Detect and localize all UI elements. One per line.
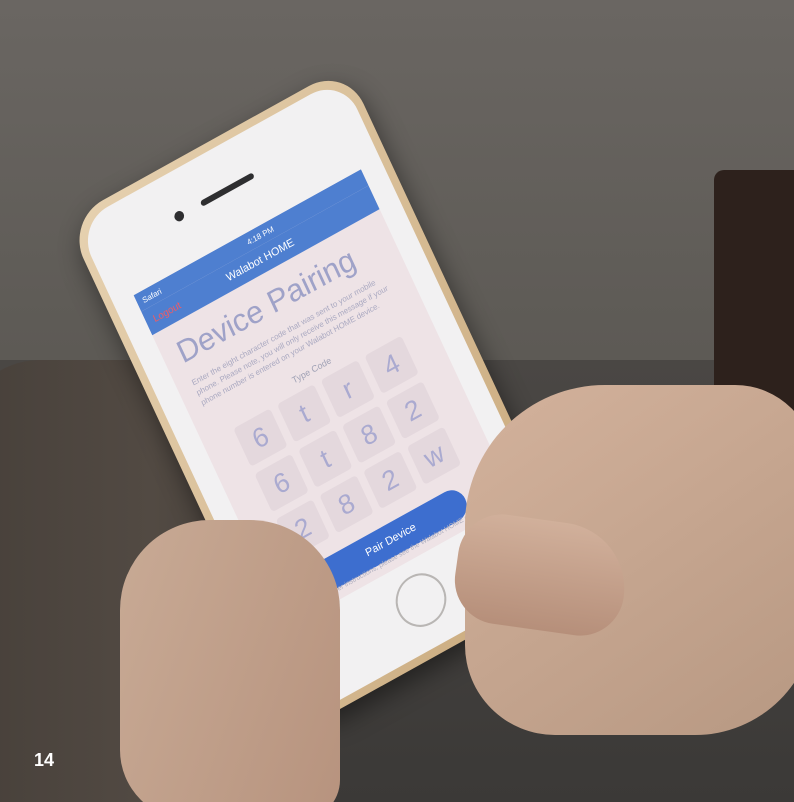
left-hand (120, 520, 340, 802)
code-box[interactable]: 8 (319, 474, 374, 534)
code-box[interactable]: w (406, 426, 462, 485)
code-box[interactable]: 4 (364, 335, 419, 395)
code-box[interactable]: t (276, 384, 332, 443)
page-number: 14 (34, 750, 55, 770)
code-box[interactable]: 2 (363, 450, 418, 510)
photo-scene: Safari 4:18 PM Logout Walabot HOME Devic… (0, 0, 794, 802)
code-box[interactable]: 6 (254, 453, 309, 513)
speaker-icon (199, 172, 255, 207)
code-box[interactable]: 8 (341, 405, 397, 464)
code-box[interactable]: 2 (385, 381, 441, 440)
code-box[interactable]: r (320, 359, 376, 419)
code-box[interactable]: 6 (233, 408, 288, 467)
logout-button[interactable]: Logout (151, 300, 182, 325)
camera-icon (172, 209, 186, 224)
code-box[interactable]: t (298, 429, 353, 489)
home-button[interactable] (387, 563, 455, 637)
